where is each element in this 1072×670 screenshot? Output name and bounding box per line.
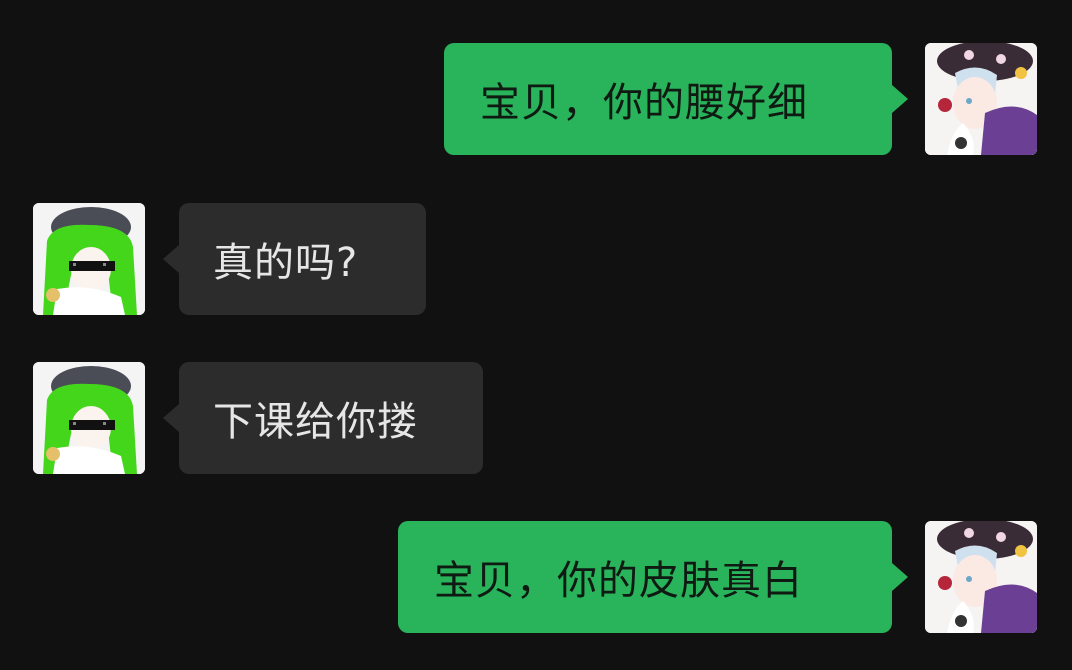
bubble-tail [163, 245, 179, 273]
message-text: 真的吗? [213, 240, 359, 286]
message-bubble-outgoing[interactable]: 宝贝，你的腰好细 [444, 43, 892, 155]
avatar-boy[interactable] [925, 521, 1037, 633]
message-text: 宝贝，你的腰好细 [480, 80, 808, 126]
message-row-incoming: 真的吗? [0, 203, 1072, 317]
message-bubble-incoming[interactable]: 真的吗? [179, 203, 426, 315]
avatar-green-hair[interactable] [33, 203, 145, 315]
message-text: 下课给你搂 [213, 399, 418, 445]
avatar-green-hair[interactable] [33, 362, 145, 474]
boy-avatar-icon [925, 43, 1037, 155]
message-bubble-incoming[interactable]: 下课给你搂 [179, 362, 483, 474]
green-hair-sunglasses-icon [33, 203, 145, 315]
message-text: 宝贝，你的皮肤真白 [434, 558, 803, 604]
boy-avatar-icon [925, 521, 1037, 633]
chat-area: 宝贝，你的腰好细 真的吗? 下课给你搂 宝贝，你的皮肤真白 [0, 0, 1072, 670]
bubble-tail [892, 85, 908, 113]
bubble-tail [892, 563, 908, 591]
avatar-boy[interactable] [925, 43, 1037, 155]
message-row-outgoing: 宝贝，你的腰好细 [0, 43, 1072, 157]
message-row-incoming: 下课给你搂 [0, 362, 1072, 476]
green-hair-sunglasses-icon [33, 362, 145, 474]
bubble-tail [163, 404, 179, 432]
message-row-outgoing: 宝贝，你的皮肤真白 [0, 521, 1072, 635]
message-bubble-outgoing[interactable]: 宝贝，你的皮肤真白 [398, 521, 892, 633]
